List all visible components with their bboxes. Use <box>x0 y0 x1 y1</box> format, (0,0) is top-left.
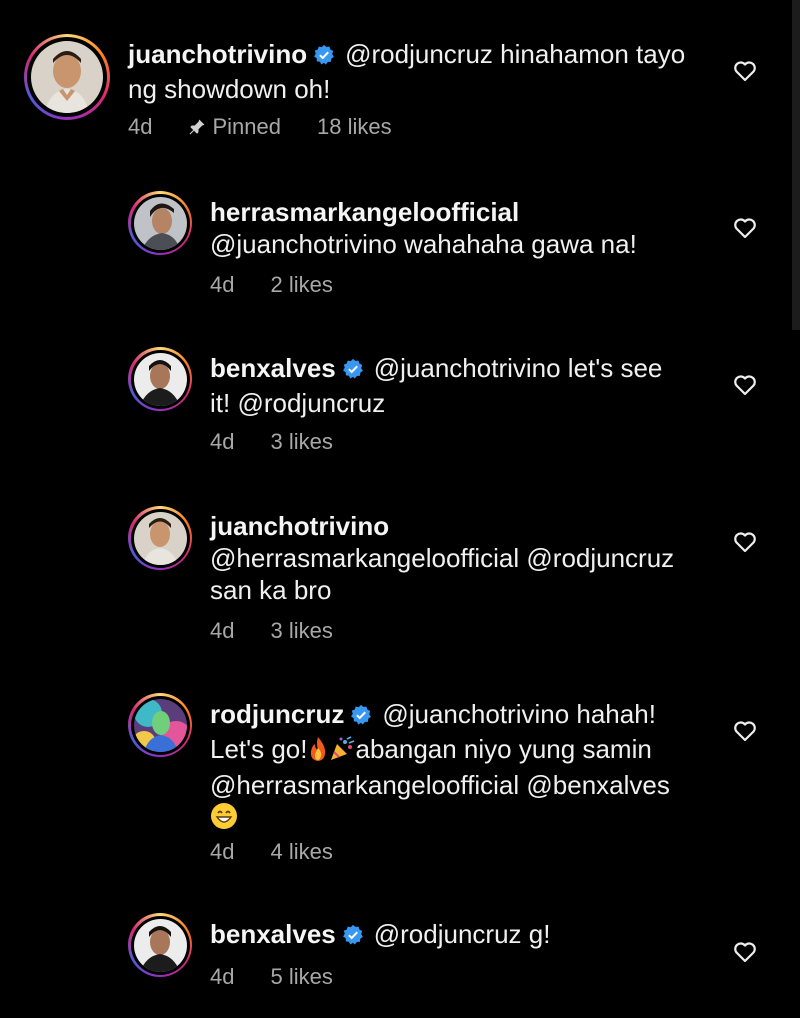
avatar[interactable] <box>128 347 192 411</box>
avatar[interactable] <box>128 693 192 757</box>
comment-username[interactable]: juanchotrivino <box>128 39 307 69</box>
heart-outline-icon[interactable] <box>733 720 757 742</box>
comment-text: @juanchotrivino hahah! <box>382 699 656 729</box>
verified-badge-icon <box>350 701 372 733</box>
heart-outline-icon[interactable] <box>733 374 757 396</box>
comment-time: 4d <box>210 964 235 989</box>
avatar[interactable] <box>128 191 192 255</box>
comment-text: it! @rodjuncruz <box>210 388 386 418</box>
comment-text: abangan niyo yung samin <box>355 734 652 764</box>
likes-count[interactable]: 2 likes <box>270 272 332 298</box>
comment-text: san ka bro <box>210 575 332 605</box>
comment-username[interactable]: herrasmarkangeloofficial <box>210 197 519 227</box>
comment-username[interactable]: benxalves <box>210 919 336 949</box>
avatar[interactable] <box>24 34 110 120</box>
likes-count[interactable]: 5 likes <box>270 964 332 990</box>
comment-time: 4d <box>210 839 235 864</box>
comment-username[interactable]: benxalves <box>210 353 336 383</box>
comment-text: @juanchotrivino let's see <box>373 353 663 383</box>
verified-badge-icon <box>342 355 364 387</box>
comment-text: @rodjuncruz g! <box>373 919 551 949</box>
heart-outline-icon[interactable] <box>733 60 757 82</box>
pin-icon <box>189 119 205 135</box>
likes-count[interactable]: 18 likes <box>317 114 392 140</box>
likes-count[interactable]: 4 likes <box>270 839 332 865</box>
heart-outline-icon[interactable] <box>733 217 757 239</box>
comment-text: @herrasmarkangeloofficial @rodjuncruz <box>210 543 675 573</box>
heart-outline-icon[interactable] <box>733 941 757 963</box>
comment-text: @rodjuncruz hinahamon tayo <box>345 39 686 69</box>
avatar[interactable] <box>128 506 192 570</box>
comment-time: 4d <box>128 114 153 139</box>
pinned-indicator: Pinned <box>188 114 281 140</box>
comment-text: @herrasmarkangeloofficial @benxalves <box>210 770 670 800</box>
party-popper-emoji <box>329 736 355 769</box>
comment-text: ng showdown oh! <box>128 74 331 104</box>
comment-text: @juanchotrivino wahahaha gawa na! <box>210 229 637 259</box>
comment-text: Let's go! <box>210 734 308 764</box>
avatar[interactable] <box>128 913 192 977</box>
comment-time: 4d <box>210 618 235 643</box>
scrollbar[interactable] <box>792 0 800 330</box>
comment-time: 4d <box>210 429 235 454</box>
fire-emoji <box>307 736 329 769</box>
verified-badge-icon <box>313 41 335 73</box>
likes-count[interactable]: 3 likes <box>270 618 332 644</box>
verified-badge-icon <box>342 921 364 953</box>
comment-username[interactable]: juanchotrivino <box>210 511 389 541</box>
comment-username[interactable]: rodjuncruz <box>210 699 344 729</box>
comment-time: 4d <box>210 272 235 297</box>
heart-outline-icon[interactable] <box>733 531 757 553</box>
grinning-emoji <box>210 802 238 837</box>
likes-count[interactable]: 3 likes <box>270 429 332 455</box>
